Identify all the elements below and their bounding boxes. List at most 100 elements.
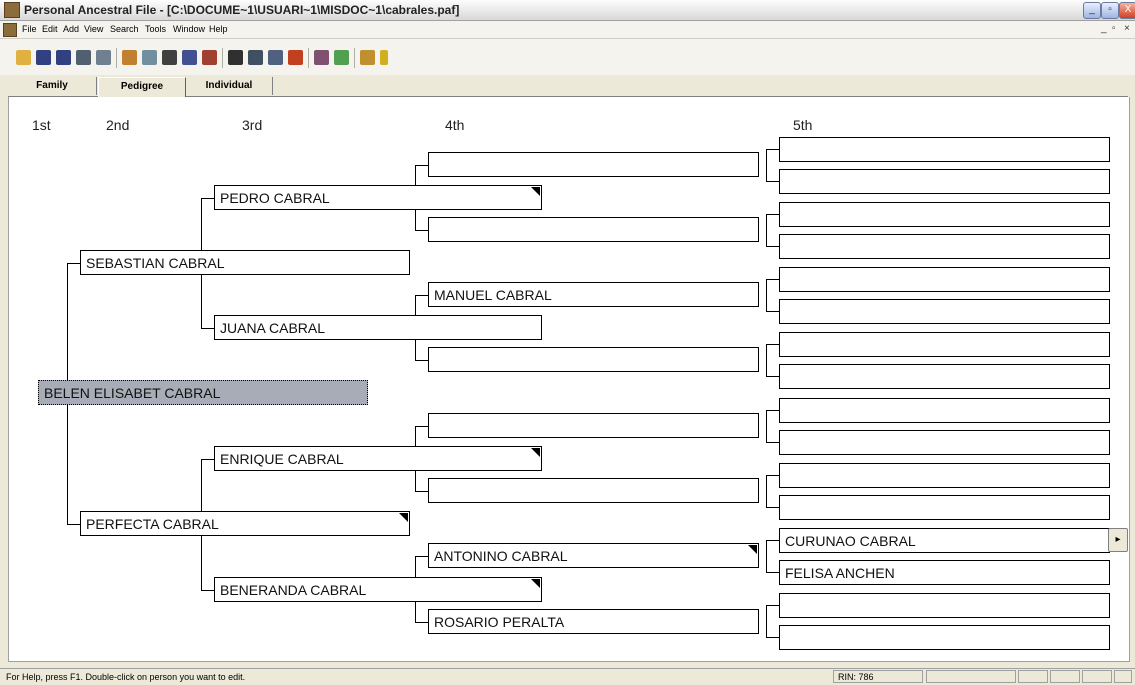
person-box-gen3[interactable]: BENERANDA CABRAL	[214, 577, 542, 602]
person-box-gen4[interactable]	[428, 478, 759, 503]
menu-help[interactable]: Help	[209, 24, 228, 34]
connector-line	[766, 149, 779, 150]
person-box-gen5[interactable]	[779, 137, 1110, 162]
person-box-gen5[interactable]	[779, 625, 1110, 650]
toolbar-separator	[116, 48, 117, 68]
person-box-gen5[interactable]	[779, 169, 1110, 194]
tab-individual[interactable]: Individual	[186, 77, 273, 95]
person-box-gen4[interactable]	[428, 347, 759, 372]
connector-line	[766, 410, 779, 411]
menu-tools[interactable]: Tools	[145, 24, 166, 34]
menu-view[interactable]: View	[84, 24, 103, 34]
person-box-gen5[interactable]	[779, 430, 1110, 455]
find-person-icon[interactable]	[182, 50, 197, 65]
help-icon[interactable]	[380, 50, 388, 65]
person-box-gen5[interactable]	[779, 593, 1110, 618]
reports-icon[interactable]	[314, 50, 329, 65]
person-box-gen4[interactable]: MANUEL CABRAL	[428, 282, 759, 307]
person-name: JUANA CABRAL	[220, 320, 326, 336]
menu-add[interactable]: Add	[63, 24, 79, 34]
person-box-gen5[interactable]	[779, 234, 1110, 259]
mdi-close-button[interactable]: ×	[1124, 23, 1130, 34]
person-box-gen3[interactable]: PEDRO CABRAL	[214, 185, 542, 210]
person-box-gen5[interactable]	[779, 267, 1110, 292]
status-rin: RIN: 786	[833, 670, 923, 683]
person-name: SEBASTIAN CABRAL	[86, 255, 225, 271]
save-icon[interactable]	[36, 50, 51, 65]
connector-line	[766, 214, 779, 215]
camera-icon[interactable]	[162, 50, 177, 65]
edit-icon[interactable]	[142, 50, 157, 65]
mdi-restore-button[interactable]: ▫	[1112, 23, 1116, 34]
more-ancestors-indicator	[531, 579, 540, 588]
app-icon[interactable]	[4, 2, 20, 18]
connector-line	[415, 230, 428, 231]
connector-line	[766, 605, 779, 606]
connector-line	[766, 149, 767, 182]
status-pane	[1114, 670, 1132, 683]
connector-line	[766, 410, 767, 443]
search-icon[interactable]	[248, 50, 263, 65]
person-box-gen5[interactable]	[779, 202, 1110, 227]
person-box-gen3[interactable]: ENRIQUE CABRAL	[214, 446, 542, 471]
minimize-button[interactable]: _	[1083, 2, 1101, 19]
relationship-icon[interactable]	[268, 50, 283, 65]
person-box-gen3[interactable]: JUANA CABRAL	[214, 315, 542, 340]
menu-bar: File Edit Add View Search Tools Window H…	[0, 21, 1135, 39]
person-box-gen5[interactable]	[779, 299, 1110, 324]
connector-line	[766, 540, 767, 573]
spell-icon[interactable]	[122, 50, 137, 65]
save-as-icon[interactable]	[56, 50, 71, 65]
tree-icon[interactable]	[288, 50, 303, 65]
person-box-gen5[interactable]	[779, 495, 1110, 520]
person-box-gen4[interactable]	[428, 217, 759, 242]
binoculars-icon[interactable]	[228, 50, 243, 65]
connector-line	[201, 328, 214, 329]
menu-edit[interactable]: Edit	[42, 24, 58, 34]
person-box-gen1[interactable]: BELEN ELISABET CABRAL	[38, 380, 368, 405]
more-ancestors-indicator	[531, 187, 540, 196]
person-box-gen5[interactable]	[779, 463, 1110, 488]
person-box-gen5[interactable]: FELISA ANCHEN	[779, 560, 1110, 585]
person-box-gen5[interactable]	[779, 364, 1110, 389]
tab-family[interactable]: Family	[8, 77, 97, 95]
person-box-gen4[interactable]: ANTONINO CABRAL	[428, 543, 759, 568]
open-folder-icon[interactable]	[16, 50, 31, 65]
person-box-gen5[interactable]: CURUNAO CABRAL	[779, 528, 1110, 553]
photo-icon[interactable]	[334, 50, 349, 65]
mdi-minimize-button[interactable]: _	[1101, 23, 1107, 34]
status-bar: For Help, press F1. Double-click on pers…	[0, 668, 1135, 685]
document-icon[interactable]	[3, 23, 17, 37]
status-pane	[1018, 670, 1048, 683]
connector-line	[415, 491, 428, 492]
restore-button[interactable]: ▫	[1101, 2, 1119, 19]
person-name: ROSARIO PERALTA	[434, 614, 565, 630]
person-box-gen5[interactable]	[779, 332, 1110, 357]
next-generation-arrow-button[interactable]: ▸	[1108, 528, 1128, 552]
person-box-gen2[interactable]: SEBASTIAN CABRAL	[80, 250, 410, 275]
person-box-gen2[interactable]: PERFECTA CABRAL	[80, 511, 410, 536]
generation-label: 3rd	[242, 117, 263, 133]
person-name: BELEN ELISABET CABRAL	[44, 385, 221, 401]
menu-window[interactable]: Window	[173, 24, 205, 34]
person-box-gen4[interactable]	[428, 413, 759, 438]
close-button[interactable]: X	[1119, 2, 1135, 19]
find-family-icon[interactable]	[202, 50, 217, 65]
connector-line	[766, 246, 779, 247]
connector-line	[415, 426, 428, 427]
print-icon[interactable]	[96, 50, 111, 65]
person-box-gen4[interactable]	[428, 152, 759, 177]
menu-search[interactable]: Search	[110, 24, 139, 34]
person-name: CURUNAO CABRAL	[785, 533, 916, 549]
person-name: BENERANDA CABRAL	[220, 582, 367, 598]
menu-file[interactable]: File	[22, 24, 37, 34]
connector-line	[766, 475, 767, 508]
connector-line	[766, 279, 767, 312]
person-box-gen5[interactable]	[779, 398, 1110, 423]
person-box-gen4[interactable]: ROSARIO PERALTA	[428, 609, 759, 634]
scale-icon[interactable]	[360, 50, 375, 65]
print-preview-icon[interactable]	[76, 50, 91, 65]
person-name: MANUEL CABRAL	[434, 287, 552, 303]
tab-pedigree[interactable]: Pedigree	[98, 77, 186, 97]
connector-line	[766, 540, 779, 541]
